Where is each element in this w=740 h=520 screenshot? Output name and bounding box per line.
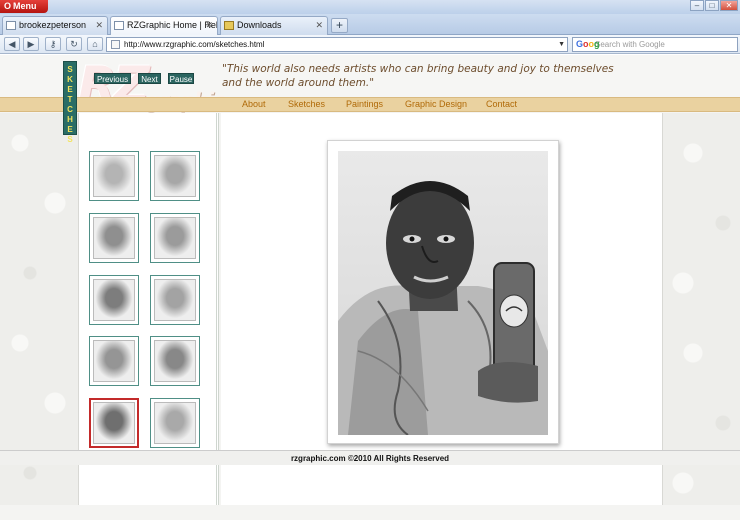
sketch-thumbnail[interactable] [150,151,200,201]
new-tab-button[interactable]: + [331,18,348,33]
thumbnail-image [93,155,135,197]
sketches-section-tab: SKETCHES [63,61,77,144]
sketches-tab-letter: S [67,135,73,144]
reload-button[interactable]: ↻ [66,37,82,51]
opera-logo-icon: O [4,1,12,11]
tab-downloads[interactable]: Downloads ✕ [220,16,328,35]
site-footer: rzgraphic.com ©2010 All Rights Reserved [0,450,740,465]
site-tagline: "This world also needs artists who can b… [222,63,614,89]
address-bar[interactable]: http://www.rzgraphic.com/sketches.html ▼ [106,37,568,52]
chevron-down-icon[interactable]: ▼ [558,38,565,51]
thumbnail-image [93,279,135,321]
thumbnail-image [154,155,196,197]
nav-about[interactable]: About [242,98,266,111]
thumbnail-image [154,217,196,259]
sketch-thumbnail[interactable] [150,398,200,448]
portrait-sketch-image [338,151,548,435]
close-window-button[interactable]: ✕ [720,0,738,11]
browser-menu-button[interactable]: O Menu [0,0,48,13]
sketch-thumbnail[interactable] [150,336,200,386]
sketches-tab-letter: E [67,85,73,94]
thumbnail-image [154,279,196,321]
nav-contact[interactable]: Contact [486,98,517,111]
right-arrow-icon: ▶ [27,39,35,49]
sketch-thumbnail[interactable] [89,275,139,325]
browser-navbar: ◀ ▶ ⚷ ↻ ⌂ http://www.rzgraphic.com/sketc… [0,35,740,54]
right-decorative-background [663,113,740,505]
window-controls: – □ ✕ [690,0,738,11]
tab-brookezpeterson[interactable]: brookezpeterson ✕ [2,16,108,35]
sketch-thumbnail[interactable] [89,151,139,201]
sketches-tab-letter: E [67,125,73,134]
sketches-tab-letter: K [67,75,73,84]
sketches-tab-letter: H [67,115,73,124]
sketch-thumbnail[interactable] [150,275,200,325]
home-button[interactable]: ⌂ [87,37,103,51]
google-icon: Goog [576,39,600,49]
back-button[interactable]: ◀ [4,37,20,51]
minimize-button[interactable]: – [690,0,704,11]
reload-icon: ↻ [70,39,78,49]
tab-rzgraphic[interactable]: RZGraphic Home | Reb... ✕ [110,16,218,36]
sketch-thumbnail[interactable] [150,213,200,263]
pause-button[interactable]: Pause [168,73,194,84]
search-input[interactable]: Goog Search with Google [572,37,738,52]
sketches-tab-letter: T [67,95,73,104]
thumbnail-image [154,340,196,382]
left-decorative-background [0,113,78,505]
wand-button[interactable]: ⚷ [45,37,61,51]
nav-graphic-design[interactable]: Graphic Design [405,98,467,111]
forward-button[interactable]: ▶ [23,37,39,51]
featured-sketch [327,140,559,444]
tab-close-icon[interactable]: ✕ [315,17,323,34]
thumbnail-image [93,340,135,382]
sketches-tab-letter: S [67,65,73,74]
thumbnail-image [93,217,135,259]
thumbnail-image [93,402,135,444]
page-icon [6,21,16,30]
page-icon [114,21,124,30]
thumbnail-image [154,402,196,444]
tab-close-icon[interactable]: ✕ [95,17,103,34]
tab-strip: brookezpeterson ✕ RZGraphic Home | Reb..… [0,14,740,36]
browser-titlebar: O Menu – □ ✕ [0,0,740,14]
sketch-thumbnail[interactable] [89,336,139,386]
previous-button[interactable]: Previous [94,73,131,84]
tab-close-icon[interactable]: ✕ [205,17,213,34]
site-nav: About Sketches Paintings Graphic Design … [0,97,740,112]
sketch-thumbnail[interactable] [89,213,139,263]
nav-paintings[interactable]: Paintings [346,98,383,111]
downloads-icon [224,21,234,30]
home-icon: ⌂ [92,39,98,49]
maximize-button[interactable]: □ [705,0,719,11]
sketches-tab-letter: C [67,105,73,114]
sketch-thumbnail[interactable] [89,398,139,448]
left-arrow-icon: ◀ [8,39,16,49]
page-icon [111,40,120,49]
key-icon: ⚷ [49,39,57,49]
nav-sketches[interactable]: Sketches [288,98,325,111]
next-button[interactable]: Next [138,73,161,84]
